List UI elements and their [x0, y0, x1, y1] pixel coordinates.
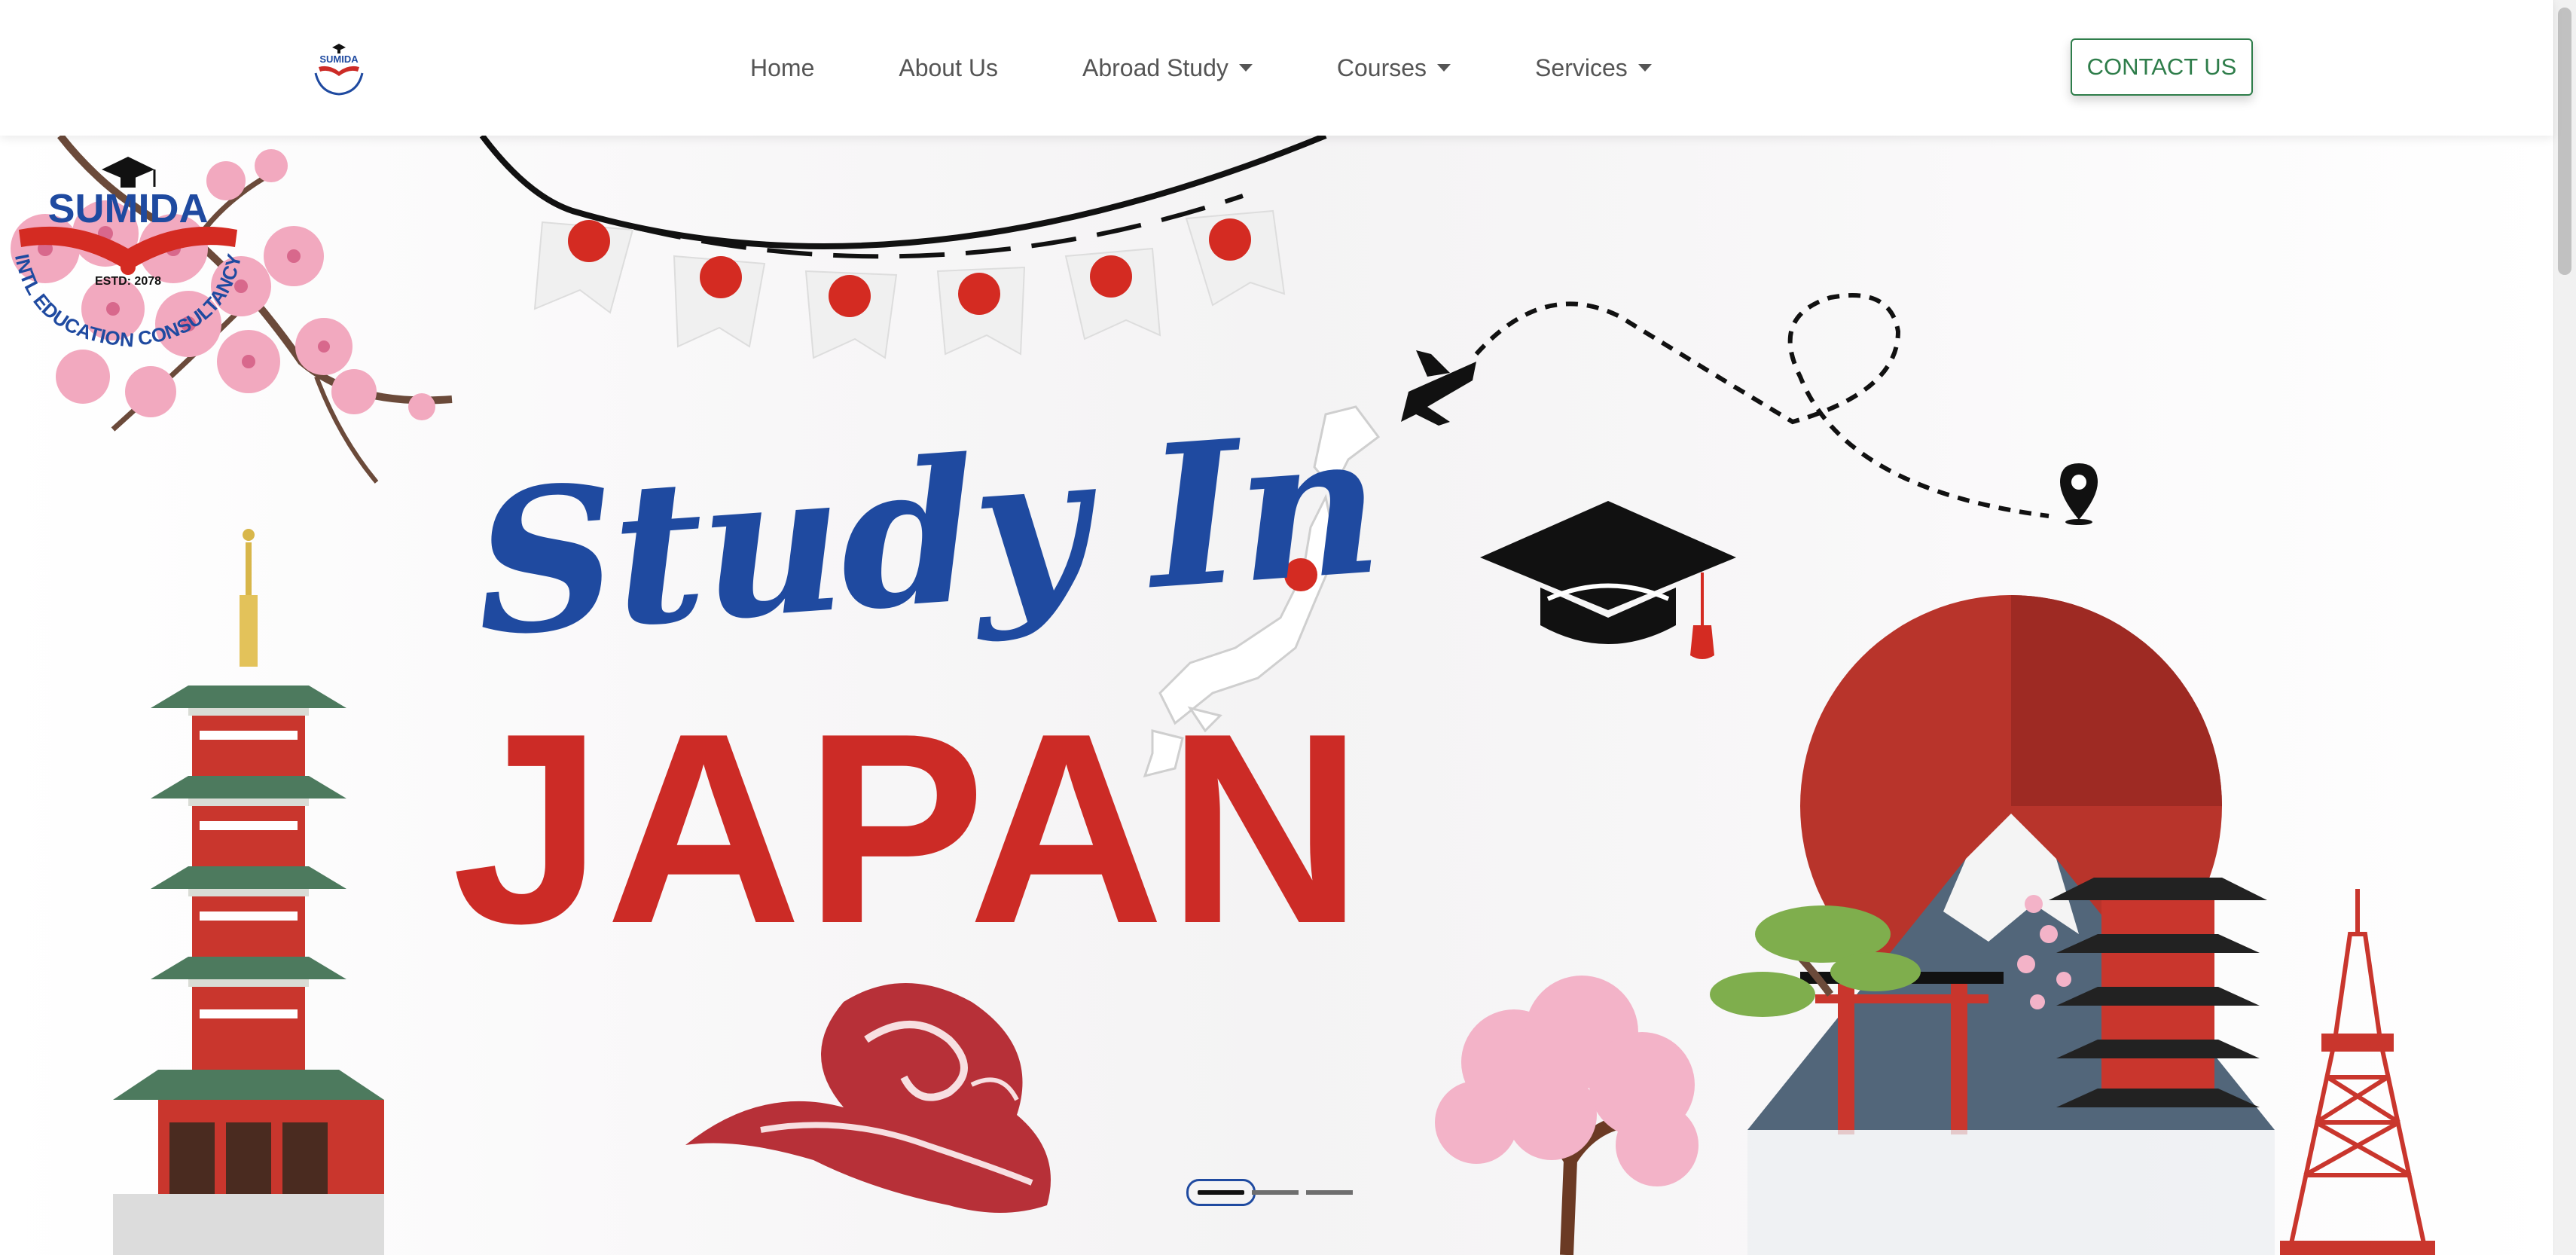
carousel-indicator-1[interactable] [1186, 1179, 1256, 1206]
nav-services-label: Services [1535, 53, 1628, 81]
nav-about-us[interactable]: About Us [856, 54, 1040, 82]
page-scrollbar-thumb[interactable] [2558, 8, 2571, 275]
carousel-indicators [1186, 1179, 1353, 1206]
nav-about-us-label: About Us [899, 53, 998, 81]
nav-abroad-study-label: Abroad Study [1082, 53, 1228, 81]
nav-home[interactable]: Home [708, 54, 856, 82]
tokyo-tower-icon [2280, 889, 2435, 1255]
hero-japan: JAPAN [452, 677, 1366, 980]
navbar: SUMIDA Home About Us Abroad Study Course… [0, 0, 2553, 136]
carousel-indicator-2[interactable] [1252, 1190, 1299, 1195]
brand-established: ESTD: 2078 [95, 275, 161, 288]
nav-links: Home About Us Abroad Study Courses Servi… [708, 0, 1694, 136]
nav-services[interactable]: Services [1493, 54, 1694, 82]
hero-banner: Study In JAPAN SUMIDA ESTD: 2078 INTL ED… [0, 136, 2553, 1255]
location-pin-icon [2060, 463, 2098, 525]
chevron-down-icon [1238, 64, 1253, 72]
mount-fuji-icon [1710, 595, 2275, 1255]
nav-home-label: Home [750, 53, 815, 81]
sumida-logo-small[interactable]: SUMIDA [305, 34, 373, 102]
wave-icon [685, 983, 1051, 1213]
airplane-icon [1401, 350, 1476, 426]
flag-bunting-icon [479, 136, 1327, 359]
blossom-tree-icon [1435, 976, 1699, 1255]
svg-text:SUMIDA: SUMIDA [319, 53, 359, 65]
carousel-indicator-3[interactable] [1306, 1190, 1353, 1195]
nav-abroad-study[interactable]: Abroad Study [1040, 54, 1295, 82]
chevron-down-icon [1637, 64, 1652, 72]
pagoda-icon [113, 529, 384, 1255]
nav-courses[interactable]: Courses [1295, 54, 1493, 82]
chevron-down-icon [1437, 64, 1451, 72]
contact-us-button[interactable]: CONTACT US [2071, 38, 2253, 96]
sumida-logo-large: SUMIDA ESTD: 2078 INTL EDUCATION CONSULT… [11, 157, 246, 352]
nav-courses-label: Courses [1336, 53, 1427, 81]
graduation-cap-icon [1480, 501, 1736, 659]
brand-name: SUMIDA [48, 186, 209, 231]
hero-study-in: Study In [467, 388, 1385, 681]
